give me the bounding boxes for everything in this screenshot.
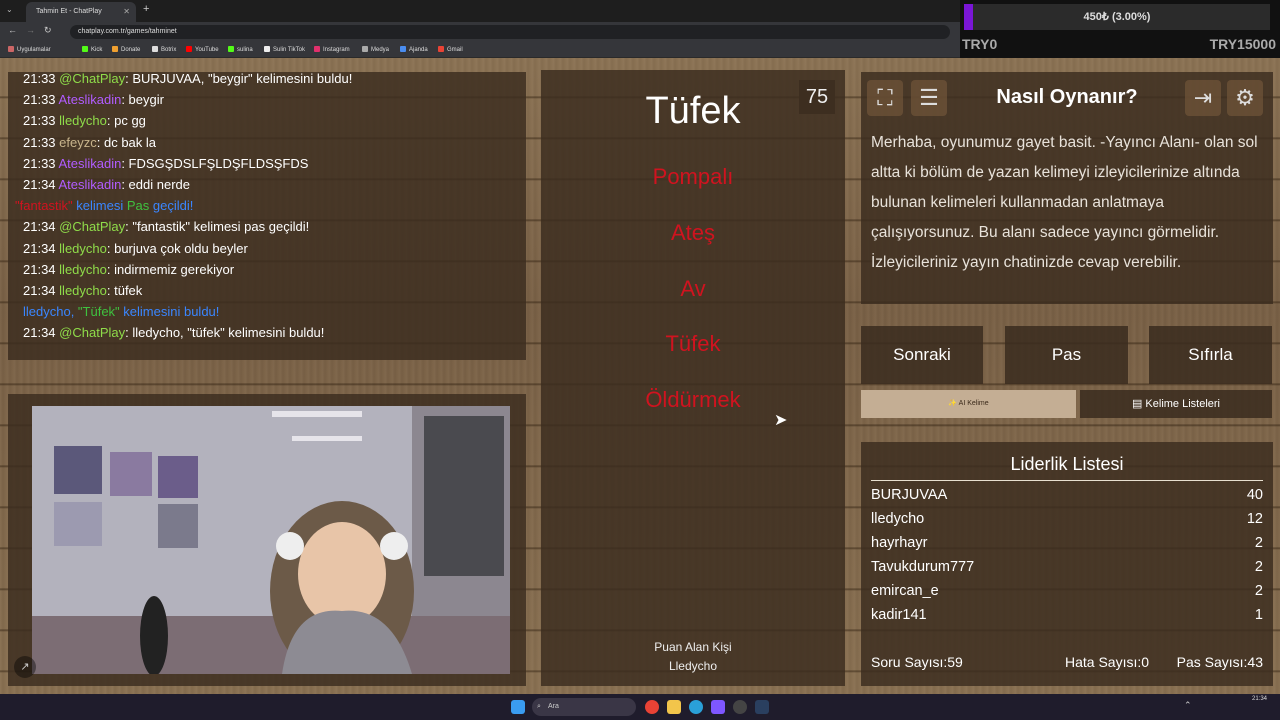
bookmark-item[interactable]: Sulin TikTok [264,42,305,58]
edge-icon[interactable] [689,700,703,714]
donation-progress-bar: 450₺ (3.00%) [964,4,1270,30]
bookmark-item[interactable]: Gmail [438,42,463,58]
bookmark-item[interactable]: Instagram [314,42,350,58]
steam-icon[interactable] [755,700,769,714]
ai-word-label: AI Kelime [958,400,989,407]
bookmark-item[interactable]: Donate [112,42,140,58]
leaderboard-panel: Liderlik Listesi BURJUVAA 40 lledycho 12 h… [861,442,1273,686]
next-button[interactable]: Sonraki [861,326,983,384]
how-to-play-panel: ⛶ ☰ Nasıl Oynanır? ⇥ ⚙ Merhaba, oyunumuz… [861,72,1273,304]
chat-message: 21:33 Ateslikadin: beygir [23,92,164,108]
ai-word-button[interactable]: ✨ AI Kelime [861,390,1076,418]
forbidden-word: Pompalı [652,164,734,189]
forward-icon[interactable]: → [26,25,35,35]
folder-icon[interactable] [667,700,681,714]
bookmark-item[interactable]: Kick [82,42,102,58]
forbidden-word: Tüfek [665,331,721,356]
chat-found-message: lledycho, "Tüfek" kelimesini buldu! [23,304,220,320]
back-icon[interactable]: ← [8,25,17,35]
mouse-cursor: ➤ [774,412,788,429]
chat-message: 21:34 lledycho: indirmemiz gerekiyor [23,261,235,277]
chat-system-message: "fantastik" kelimesi Pas geçildi! [15,198,194,214]
bookmark-item[interactable]: YouTube [186,42,219,58]
search-icon: ⌕ [537,703,541,710]
expand-icon[interactable]: ↗ [14,656,36,678]
chat-message: 21:33 @ChatPlay: BURJUVAA, "beygir" keli… [23,72,353,86]
chat-message: 21:33 Ateslikadin: FDSGŞDSLFŞLDŞFLDSŞFDS [23,155,309,171]
browser-tab[interactable]: Tahmin Et - ChatPlay ✕ [26,2,136,22]
pass-button[interactable]: Pas [1005,326,1128,384]
leaderboard-title: Liderlik Listesi [1010,454,1124,474]
logout-icon[interactable]: ⇥ [1185,80,1221,116]
discord-icon[interactable] [711,700,725,714]
windows-taskbar: ⌕ Ara ⌃ 21:34 [0,694,1280,720]
word-lists-button[interactable]: ▤ Kelime Listeleri [1080,390,1272,418]
leaderboard-divider [871,480,1263,481]
tab-title: Tahmin Et - ChatPlay [36,8,102,15]
chrome-icon[interactable] [645,700,659,714]
pass-count: Pas Sayısı:43 [1176,654,1263,670]
question-count: Soru Sayısı:59 [871,654,963,670]
target-word: Tüfek [645,90,741,132]
chat-message: 21:34 @ChatPlay: "fantastik" kelimesi pa… [23,219,310,235]
reload-icon[interactable]: ↻ [44,25,52,36]
url-field[interactable]: chatplay.com.tr/games/tahminet [70,25,950,39]
forbidden-word: Öldürmek [645,387,741,412]
scorer-name: Lledycho [668,659,718,673]
chat-panel: 21:33 @ChatPlay: BURJUVAA, "beygir" keli… [8,72,526,360]
leaderboard-row: hayrhayr 2 [871,535,1263,551]
webcam-illustration [32,406,510,674]
webcam-panel: ↗ [8,394,526,686]
donation-amount: 450₺ (3.00%) [1083,11,1151,23]
leaderboard-row: kadir141 1 [871,607,1263,623]
reset-button[interactable]: Sıfırla [1149,326,1272,384]
word-lists-label: Kelime Listeleri [1145,398,1221,410]
chat-message: 21:34 lledycho: tüfek [23,283,143,299]
bookmark-item[interactable]: Medya [362,42,389,58]
tray-chevron-icon[interactable]: ⌃ [1184,700,1192,711]
leaderboard-row: BURJUVAA 40 [871,487,1263,503]
donation-goal-widget: 450₺ (3.00%) TRY0 TRY15000 [960,0,1280,58]
bookmark-item[interactable]: Uygulamalar [8,42,51,58]
settings-icon[interactable]: ⚙ [1227,80,1263,116]
leaderboard-row: lledycho 12 [871,511,1263,527]
obs-icon[interactable] [733,700,747,714]
webcam-feed [32,406,510,674]
chat-message: 21:33 lledycho: pc gg [23,113,146,129]
chat-message: 21:33 efeyzc: dc bak la [23,134,157,150]
ai-icon: ✨ [948,400,959,407]
windows-start-icon[interactable] [511,700,525,714]
list-icon: ▤ [1131,398,1146,410]
chat-message: 21:34 Ateslikadin: eddi nerde [23,177,190,193]
forbidden-word: Av [680,276,706,301]
leaderboard-row: Tavukdurum777 2 [871,559,1263,575]
taskbar-clock[interactable]: 21:34 [1252,696,1267,702]
donation-min-label: TRY0 [962,36,998,52]
forbidden-word: Ateş [670,220,716,245]
leaderboard-row: emircan_e 2 [871,583,1263,599]
word-card: 75 Tüfek Pompalı Ateş Av Tüfek Öldürmek … [541,70,845,686]
game-page: 21:33 @ChatPlay: BURJUVAA, "beygir" keli… [0,58,1280,694]
bookmark-item[interactable]: sulina [228,42,253,58]
tab-list-icon[interactable]: ⌄ [6,5,13,14]
donation-goal-label: TRY15000 [1209,36,1276,52]
scorer-label: Puan Alan Kişi [654,640,732,654]
taskbar-search[interactable]: ⌕ Ara [532,698,636,716]
tab-close-icon[interactable]: ✕ [123,2,130,22]
chat-message: 21:34 lledycho: burjuva çok oldu beyler [23,240,248,256]
chat-message: 21:34 @ChatPlay: lledycho, "tüfek" kelim… [23,325,325,341]
error-count: Hata Sayısı:0 [1065,654,1150,670]
bookmark-item[interactable]: Ajanda [400,42,428,58]
new-tab-icon[interactable]: + [143,3,149,15]
how-to-play-text: Merhaba, oyunumuz gayet basit. -Yayıncı … [871,134,1258,271]
bookmark-item[interactable]: Botrix [152,42,176,58]
